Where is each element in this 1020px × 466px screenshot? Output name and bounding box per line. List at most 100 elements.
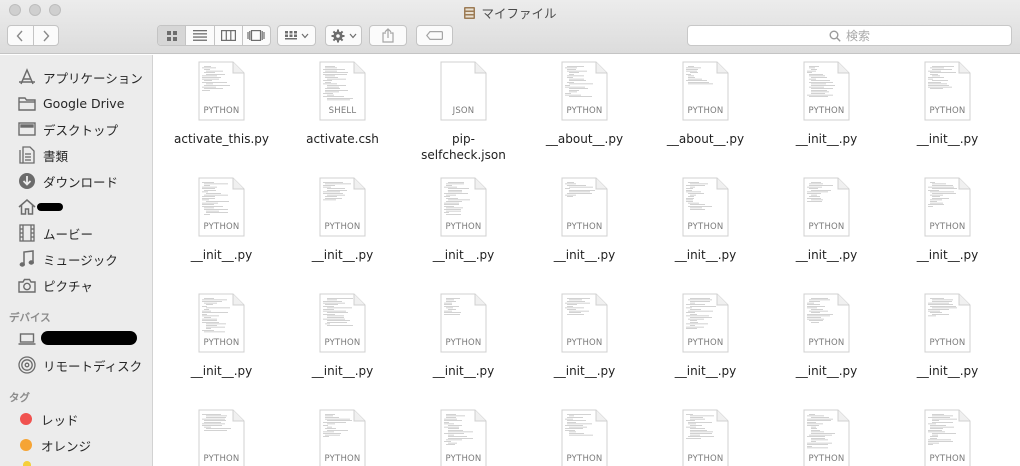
file-type-label: PYTHON — [687, 454, 724, 464]
document-icon: PYTHON — [803, 61, 850, 121]
file-item[interactable]: PYTHON — [406, 409, 521, 466]
redacted-username — [37, 203, 63, 211]
file-item[interactable]: PYTHON __init__.py — [164, 177, 279, 263]
file-item[interactable]: PYTHON — [890, 409, 1005, 466]
file-name: __init__.py — [432, 364, 495, 378]
file-type-label: PYTHON — [929, 454, 966, 464]
sidebar-item-downloads[interactable]: ダウンロード — [17, 170, 118, 192]
sidebar-item-label: オレンジ — [41, 438, 92, 454]
file-item[interactable]: PYTHON __init__.py — [890, 293, 1005, 379]
redacted-computer-name — [41, 331, 137, 345]
folder-icon — [17, 93, 37, 113]
file-item[interactable]: PYTHON __init__.py — [648, 177, 763, 263]
file-type-label: PYTHON — [445, 222, 482, 232]
file-item[interactable]: PYTHON __init__.py — [285, 293, 400, 379]
file-item[interactable]: JSON pip-selfcheck.json — [406, 61, 521, 163]
file-item[interactable]: PYTHON __init__.py — [164, 293, 279, 379]
file-item[interactable]: PYTHON — [527, 409, 642, 466]
file-type-label: PYTHON — [203, 106, 240, 116]
share-button[interactable] — [369, 25, 407, 46]
sidebar-item-remote-disc[interactable]: リモートディスク — [17, 354, 142, 376]
back-button[interactable] — [8, 26, 33, 45]
file-item[interactable]: PYTHON __init__.py — [769, 293, 884, 379]
sidebar-section-devices: デバイス — [9, 312, 51, 324]
sidebar-item-pictures[interactable]: ピクチャ — [17, 274, 93, 296]
file-item[interactable]: PYTHON — [769, 409, 884, 466]
list-view-button[interactable] — [186, 26, 215, 45]
document-icon: PYTHON — [319, 409, 366, 466]
file-type-label: PYTHON — [808, 222, 845, 232]
file-item[interactable]: PYTHON — [285, 409, 400, 466]
file-item[interactable]: PYTHON __about__.py — [648, 61, 763, 147]
sidebar-item-music[interactable]: ミュージック — [17, 248, 118, 270]
arrange-button[interactable] — [277, 25, 316, 46]
file-item[interactable]: PYTHON __init__.py — [285, 177, 400, 263]
arrange-grid-icon — [284, 31, 297, 40]
icon-view-button[interactable] — [158, 26, 187, 45]
file-item[interactable]: PYTHON __about__.py — [527, 61, 642, 147]
sidebar-item-documents[interactable]: 書類 — [17, 144, 68, 166]
file-item[interactable]: PYTHON __init__.py — [890, 61, 1005, 147]
file-item[interactable]: PYTHON activate_this.py — [164, 61, 279, 147]
forward-button[interactable] — [34, 26, 59, 45]
window-title: マイファイル — [0, 3, 1020, 22]
file-item[interactable]: SHELL activate.csh — [285, 61, 400, 147]
sidebar-tag-red[interactable]: レッド — [20, 408, 79, 430]
search-field[interactable]: 検索 — [687, 25, 1012, 46]
file-item[interactable]: PYTHON __init__.py — [769, 177, 884, 263]
file-item[interactable]: PYTHON __init__.py — [527, 177, 642, 263]
yellow-tag-dot-icon[interactable] — [23, 461, 31, 466]
document-icon: PYTHON — [924, 409, 971, 466]
document-icon: JSON — [440, 61, 487, 121]
file-name: __init__.py — [190, 364, 253, 378]
file-item[interactable]: PYTHON — [164, 409, 279, 466]
action-button[interactable] — [325, 25, 362, 46]
movies-icon — [17, 223, 37, 243]
red-tag-dot-icon — [20, 413, 32, 425]
file-type-label: PYTHON — [566, 338, 603, 348]
sidebar-item-google-drive[interactable]: Google Drive — [17, 92, 124, 114]
file-type-label: PYTHON — [324, 338, 361, 348]
file-name: __init__.py — [674, 364, 737, 378]
file-item[interactable]: PYTHON __init__.py — [406, 177, 521, 263]
file-item[interactable]: PYTHON __init__.py — [406, 293, 521, 379]
chevron-down-icon — [301, 33, 308, 38]
laptop-icon — [17, 329, 37, 349]
document-icon: PYTHON — [561, 409, 608, 466]
file-type-label: PYTHON — [566, 106, 603, 116]
sidebar-item-applications[interactable]: アプリケーション — [17, 66, 143, 88]
sidebar-item-label: ダウンロード — [43, 174, 119, 190]
file-item[interactable]: PYTHON __init__.py — [648, 293, 763, 379]
download-icon — [17, 171, 37, 191]
documents-icon — [17, 145, 37, 165]
view-mode-selector — [157, 25, 271, 46]
gallery-view-button[interactable] — [243, 26, 270, 45]
sidebar-item-movies[interactable]: ムービー — [17, 222, 93, 244]
sidebar-tag-orange[interactable]: オレンジ — [20, 434, 91, 456]
desktop-icon — [17, 119, 37, 139]
sidebar-item-label: 書類 — [43, 148, 69, 164]
file-name: __init__.py — [916, 248, 979, 262]
document-icon: PYTHON — [682, 293, 729, 353]
sidebar-item-label: レッド — [41, 412, 79, 428]
sidebar-section-tags: タグ — [9, 392, 30, 404]
sidebar: アプリケーション Google Drive デスクトップ 書類 ダウンロード ム… — [0, 55, 153, 466]
applications-icon — [17, 67, 37, 87]
gallery-icon — [247, 30, 265, 41]
file-item[interactable]: PYTHON __init__.py — [890, 177, 1005, 263]
column-view-button[interactable] — [215, 26, 243, 45]
chevron-right-icon — [43, 30, 50, 41]
sidebar-item-desktop[interactable]: デスクトップ — [17, 118, 118, 140]
file-name: pip-selfcheck.json — [421, 132, 506, 162]
document-icon: PYTHON — [198, 409, 245, 466]
file-name: __init__.py — [553, 248, 616, 262]
document-icon: PYTHON — [561, 177, 608, 237]
file-item[interactable]: PYTHON __init__.py — [769, 61, 884, 147]
search-icon — [829, 30, 841, 42]
file-name: __init__.py — [916, 364, 979, 378]
sidebar-item-computer[interactable] — [17, 328, 43, 350]
file-item[interactable]: PYTHON __init__.py — [527, 293, 642, 379]
edit-tags-button[interactable] — [416, 25, 453, 46]
file-item[interactable]: PYTHON — [648, 409, 763, 466]
document-icon: PYTHON — [319, 177, 366, 237]
